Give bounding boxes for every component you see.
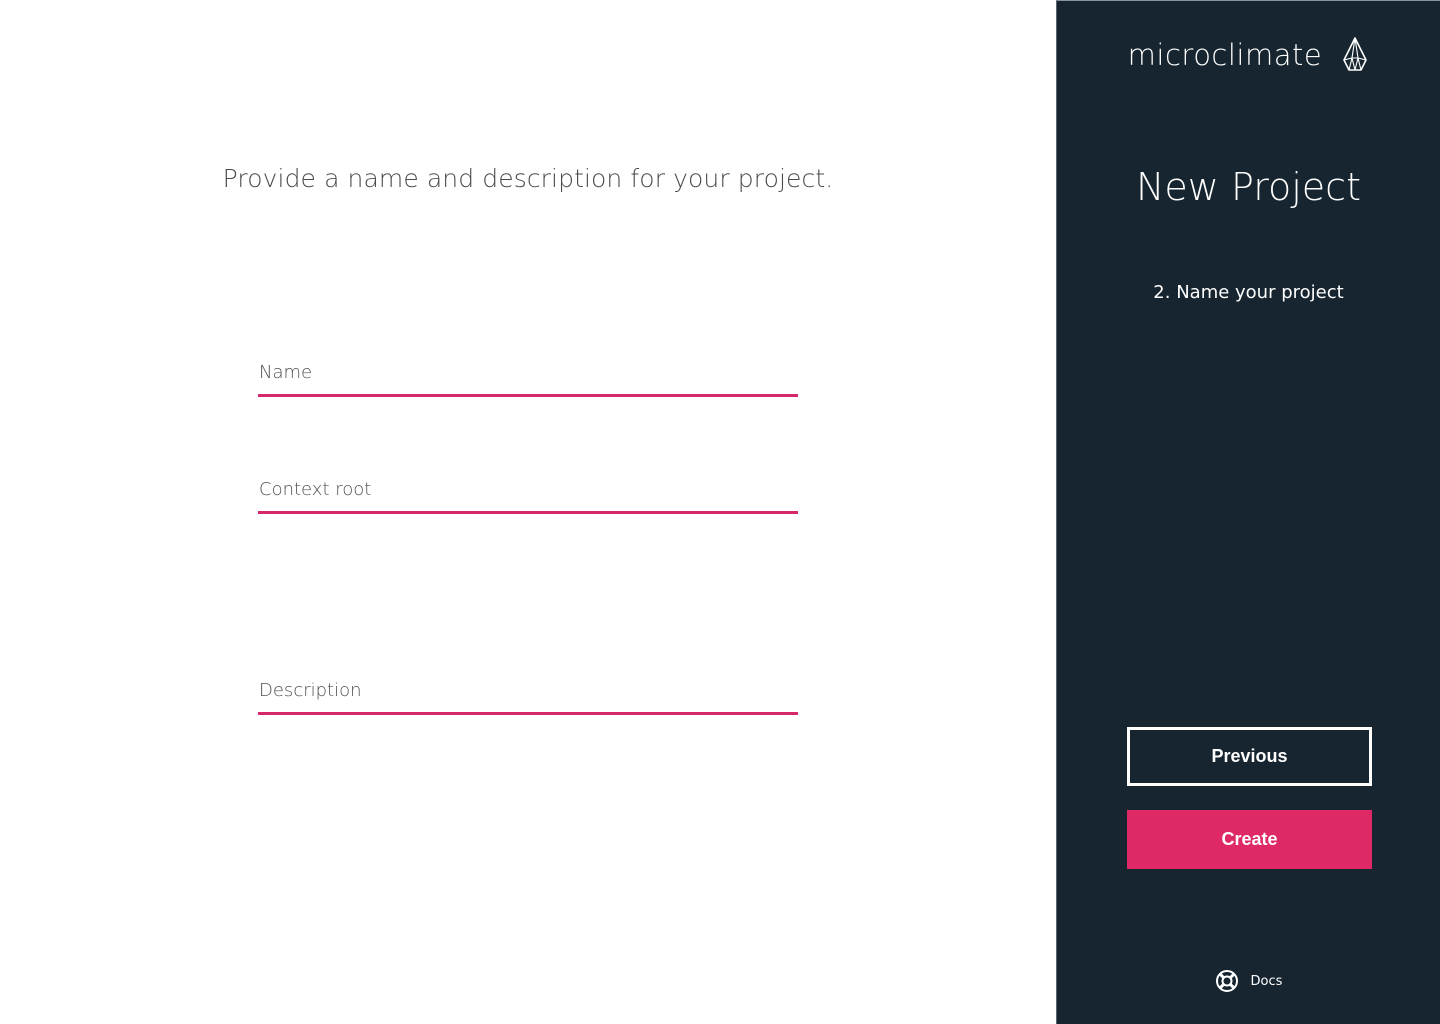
name-field: Name (258, 350, 798, 397)
wizard-title: New Project (1136, 165, 1361, 209)
context-root-field: Context root (258, 467, 798, 514)
crystal-drop-icon (1341, 37, 1369, 73)
docs-link[interactable]: Docs (1057, 969, 1440, 993)
wizard-sidebar: microclimate New Project 2. Name your pr… (1056, 0, 1440, 1024)
previous-button[interactable]: Previous (1127, 727, 1372, 786)
page-prompt: Provide a name and description for your … (222, 164, 834, 193)
brand-logo: microclimate (1057, 37, 1440, 77)
brand-name: microclimate (1127, 38, 1323, 72)
create-button[interactable]: Create (1127, 810, 1372, 869)
context-root-input[interactable] (258, 468, 798, 514)
name-input[interactable] (258, 351, 798, 397)
description-input[interactable] (258, 669, 798, 715)
main-panel: Provide a name and description for your … (0, 0, 1056, 1024)
wizard-step: 2. Name your project (1153, 282, 1344, 303)
docs-label: Docs (1250, 973, 1283, 989)
lifebuoy-icon (1215, 970, 1238, 992)
description-field: Description (258, 668, 798, 715)
